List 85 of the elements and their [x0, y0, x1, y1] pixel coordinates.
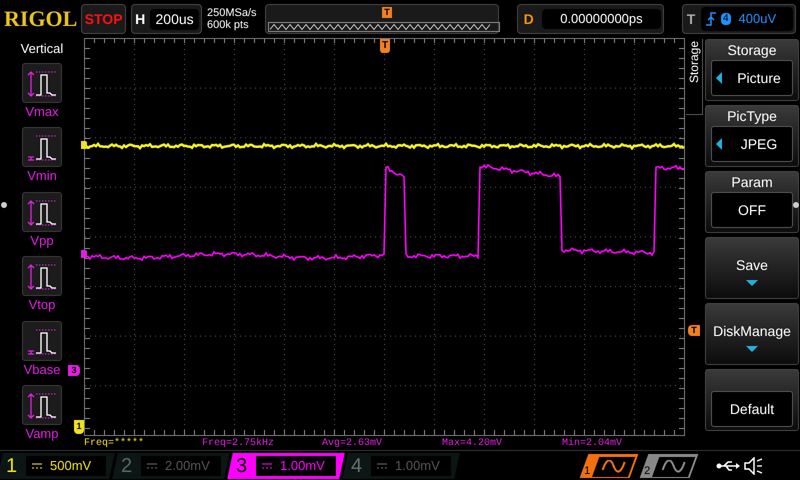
- measurement-reading: Avg=2.63mV: [322, 436, 384, 450]
- channel-scale: 2.00mV: [165, 456, 210, 475]
- measure-label: Vtop: [28, 297, 56, 314]
- menu-button[interactable]: Param OFF: [705, 171, 799, 233]
- trigger-position-marker: T: [380, 39, 390, 53]
- measure-label: Vamp: [26, 426, 58, 442]
- measure-label: Vmin: [27, 168, 57, 184]
- menu-button[interactable]: Save: [705, 237, 799, 299]
- trigger-label: T: [686, 10, 696, 28]
- down-arrow-icon: [746, 346, 758, 352]
- measure-label: Vbase: [24, 362, 60, 378]
- menu-option-title: Param: [731, 173, 773, 192]
- menu-option-title: DiskManage: [713, 322, 791, 340]
- measure-label: Vpp: [30, 232, 54, 249]
- trigger-level-marker: T: [688, 325, 700, 336]
- timebase-box[interactable]: H 200us: [131, 4, 202, 34]
- generator-button[interactable]: 1: [580, 454, 638, 478]
- memory-depth: 600k pts: [206, 19, 250, 31]
- menu-button[interactable]: DiskManage: [705, 303, 799, 365]
- usb-icon: [716, 458, 740, 472]
- timebase-value: 200us: [150, 8, 199, 30]
- measure-button[interactable]: [22, 256, 62, 296]
- channel-scale-box[interactable]: 1 500mV: [0, 452, 115, 478]
- menu-button[interactable]: Default: [705, 369, 799, 431]
- channel-marker: 1: [74, 420, 84, 434]
- menu-button[interactable]: PicType JPEG: [705, 105, 799, 167]
- menu-option-title: Save: [736, 256, 768, 274]
- menu-option-value: JPEG: [740, 134, 778, 154]
- measure-button[interactable]: [22, 192, 62, 232]
- generator-button[interactable]: 2: [640, 454, 698, 478]
- dc-coupling-icon: [32, 462, 42, 468]
- menu-title: Storage: [686, 41, 702, 84]
- measurement-reading: Freq=*****: [84, 436, 146, 450]
- menu-button[interactable]: Storage Picture: [705, 39, 799, 101]
- channel-offset-marker: [81, 141, 87, 149]
- speaker-icon: [744, 456, 763, 474]
- timebase-label: H: [134, 10, 146, 28]
- channel-offset-marker: [81, 250, 87, 258]
- trigger-box[interactable]: T 4 400uV: [682, 4, 796, 34]
- delay-box[interactable]: D 0.00000000ps: [516, 4, 664, 34]
- trigger-level: 400uV: [738, 10, 776, 28]
- trigger-position-marker: T: [382, 7, 392, 18]
- down-arrow-icon: [746, 280, 758, 286]
- delay-label: D: [522, 10, 535, 28]
- sine-wave-icon: [660, 460, 687, 474]
- left-arrow-icon: [716, 138, 722, 150]
- measurement-reading: Max=4.20mV: [442, 436, 504, 450]
- page-indicator-icon: [1, 202, 7, 208]
- dc-coupling-icon: [377, 462, 387, 468]
- channel-number: 1: [6, 456, 18, 476]
- channel-scale: 500mV: [50, 456, 92, 475]
- delay-value: 0.00000000ps: [542, 9, 662, 29]
- measure-button[interactable]: [22, 62, 62, 102]
- measure-label: Vmax: [25, 104, 59, 120]
- measure-button[interactable]: [22, 320, 62, 361]
- channel-marker: 3: [68, 365, 80, 376]
- dc-coupling-icon: [262, 462, 272, 468]
- sine-wave-icon: [600, 460, 627, 474]
- channel-scale: 1.00mV: [280, 456, 325, 475]
- channel-number: 3: [236, 456, 248, 476]
- measurement-reading: Freq=2.75kHz: [202, 436, 276, 450]
- sample-rate: 250MSa/s: [206, 7, 258, 19]
- measure-button[interactable]: [22, 127, 62, 168]
- panel-title: Vertical: [20, 40, 64, 58]
- dc-coupling-icon: [147, 462, 157, 468]
- menu-option-title: Storage: [727, 41, 777, 60]
- channel-number: 4: [351, 456, 364, 476]
- menu-option-value: Picture: [737, 68, 781, 88]
- channel-scale-box[interactable]: 3 1.00mV: [227, 452, 345, 478]
- brand-logo: RIGOL: [4, 8, 76, 30]
- measure-button[interactable]: [22, 385, 62, 426]
- left-arrow-icon: [716, 72, 722, 84]
- run-state-button[interactable]: STOP: [81, 4, 126, 34]
- channel-scale: 1.00mV: [395, 456, 440, 475]
- generator-number: 1: [584, 464, 592, 476]
- rising-edge-icon: [704, 12, 717, 26]
- menu-option-title: Default: [730, 400, 774, 418]
- measurement-reading: Min=2.04mV: [562, 436, 624, 450]
- generator-number: 2: [644, 464, 652, 476]
- menu-option-value: OFF: [738, 200, 766, 220]
- menu-option-title: PicType: [727, 107, 777, 126]
- menu-tab[interactable]: Storage: [686, 39, 703, 115]
- trigger-source: 4: [720, 13, 731, 25]
- channel-number: 2: [121, 456, 134, 476]
- channel-scale-box[interactable]: 4 1.00mV: [342, 452, 460, 478]
